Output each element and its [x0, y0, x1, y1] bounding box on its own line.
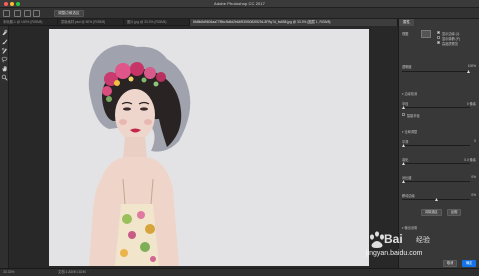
portrait-image — [49, 29, 369, 266]
document-workspace — [9, 26, 398, 268]
invert-button[interactable]: 反相 — [447, 209, 462, 216]
contrast-label: 对比度 — [402, 176, 412, 180]
refine-edge-button[interactable]: 调整边缘选区 — [54, 10, 84, 17]
view-mode-label: 视图 — [402, 32, 409, 36]
tab-document-2[interactable]: 蒙版素材.psd @ 50% (RGB/8) — [58, 19, 124, 26]
image-canvas[interactable] — [49, 29, 369, 266]
high-quality-checkbox[interactable] — [437, 41, 440, 44]
feather-slider-knob[interactable] — [402, 162, 405, 165]
smart-radius-checkbox[interactable] — [402, 113, 405, 116]
document-tabs: 未标题-1 @ 100% (RGB/8) 蒙版素材.psd @ 50% (RGB… — [0, 19, 398, 26]
shift-edge-value[interactable]: 0% — [471, 193, 476, 197]
smooth-slider-knob[interactable] — [402, 144, 405, 147]
smooth-label: 平滑 — [402, 140, 409, 144]
baidu-watermark: Bai 经验 jingyan.baidu.com — [362, 228, 458, 262]
quick-selection-icon[interactable] — [1, 29, 8, 36]
contrast-value[interactable]: 0% — [471, 175, 476, 179]
watermark-url: jingyan.baidu.com — [366, 250, 423, 257]
shift-edge-label: 移动边缘 — [402, 194, 415, 198]
document-info: 文档:1.82M/1.82M — [58, 270, 86, 274]
tab-document-3[interactable]: 图片.jpg @ 33.3% (RGB/8) — [124, 19, 190, 26]
lasso-icon[interactable] — [1, 56, 8, 63]
brush-icon[interactable] — [1, 38, 8, 45]
feather-slider[interactable] — [402, 162, 470, 165]
subtract-selection-icon[interactable] — [33, 10, 40, 17]
radius-slider-knob[interactable] — [402, 106, 405, 109]
edge-detection-section[interactable]: 边缘检测 — [402, 91, 418, 96]
contrast-slider-knob[interactable] — [402, 180, 405, 183]
tools-panel — [0, 26, 9, 268]
shift-edge-slider[interactable] — [402, 198, 470, 201]
transparency-label: 透明度 — [402, 65, 412, 69]
radius-value[interactable]: 0 像素 — [467, 101, 476, 106]
transparency-slider[interactable] — [402, 70, 470, 73]
feather-label: 羽化 — [402, 158, 409, 162]
radius-label: 半径 — [402, 102, 409, 106]
tab-document-1[interactable]: 未标题-1 @ 100% (RGB/8) — [0, 19, 58, 26]
brush-preset-icon[interactable] — [14, 10, 21, 17]
feather-value[interactable]: 0.0 像素 — [464, 157, 476, 162]
show-original-checkbox[interactable] — [437, 36, 440, 39]
watermark-brand: Bai — [384, 232, 403, 246]
smart-radius-label: 智能半径 — [407, 114, 420, 118]
watermark-brand-suffix: 经验 — [416, 237, 430, 244]
high-quality-label: 高品质预览 — [442, 42, 458, 46]
transparency-value[interactable]: 100% — [468, 64, 476, 68]
refine-brush-icon[interactable] — [1, 47, 8, 54]
contrast-slider[interactable] — [402, 180, 470, 183]
smooth-value[interactable]: 0 — [474, 139, 476, 143]
ok-button[interactable]: 确定 — [462, 260, 477, 267]
smooth-slider[interactable] — [402, 144, 470, 147]
properties-tab[interactable]: 属性 — [399, 19, 414, 26]
zoom-icon[interactable] — [1, 74, 8, 81]
view-mode-thumbnail[interactable] — [421, 30, 431, 38]
global-refine-section[interactable]: 全局调整 — [402, 129, 418, 134]
show-edge-checkbox[interactable] — [437, 31, 440, 34]
home-icon[interactable] — [3, 10, 10, 17]
add-to-selection-icon[interactable] — [24, 10, 31, 17]
options-bar: 调整边缘选区 — [0, 8, 479, 19]
tab-document-active[interactable]: 8fd5b8d9604aa77f5bc9d6d2b64f930f0082f529… — [190, 19, 398, 26]
photoshop-window: Adobe Photoshop CC 2017 调整边缘选区 未标题-1 @ 1… — [0, 0, 479, 276]
title-bar: Adobe Photoshop CC 2017 — [0, 0, 479, 8]
hand-icon[interactable] — [1, 65, 8, 72]
transparency-slider-knob[interactable] — [467, 70, 470, 73]
zoom-level[interactable]: 33.33% — [3, 269, 15, 276]
shift-edge-slider-knob[interactable] — [435, 198, 438, 201]
status-bar: 33.33% 文档:1.82M/1.82M — [0, 268, 479, 276]
clear-selection-button[interactable]: 清除选区 — [421, 209, 442, 216]
window-title: Adobe Photoshop CC 2017 — [213, 1, 265, 6]
radius-slider[interactable] — [402, 106, 470, 109]
